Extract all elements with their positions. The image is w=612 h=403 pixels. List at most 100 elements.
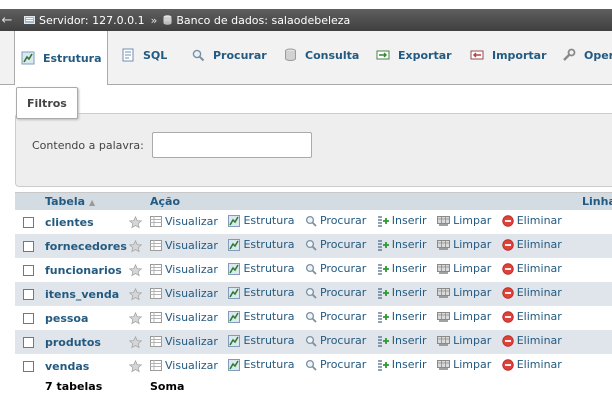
empty-label: Limpar [453, 238, 492, 252]
insert-label: Inserir [391, 214, 427, 228]
search-action[interactable]: Procurar [305, 358, 366, 371]
header-rows[interactable]: Linha [582, 195, 612, 208]
favorite-star-icon[interactable] [128, 287, 143, 301]
filter-input[interactable] [152, 132, 312, 158]
empty-action[interactable]: Limpar [437, 238, 491, 251]
search-action[interactable]: Procurar [305, 286, 366, 299]
empty-table-icon [437, 239, 451, 250]
structure-action[interactable]: Estrutura [228, 262, 294, 275]
drop-label: Eliminar [516, 310, 562, 324]
table-row: fornecedores Visualizar Estrutura Procur… [15, 234, 612, 258]
row-checkbox[interactable] [23, 361, 34, 372]
empty-action[interactable]: Limpar [437, 214, 491, 227]
browse-label: Visualizar [165, 238, 218, 252]
structure-icon [228, 334, 241, 347]
empty-action[interactable]: Limpar [437, 334, 491, 347]
drop-action[interactable]: Eliminar [502, 262, 562, 275]
search-action[interactable]: Procurar [305, 214, 366, 227]
drop-action[interactable]: Eliminar [502, 334, 562, 347]
drop-action[interactable]: Eliminar [502, 358, 562, 371]
insert-action[interactable]: Inserir [377, 238, 427, 251]
insert-action[interactable]: Inserir [377, 310, 427, 323]
top-strip [0, 0, 612, 9]
table-name-link[interactable]: clientes [45, 210, 129, 234]
tab-estrutura-label: Estrutura [43, 51, 102, 65]
browse-label: Visualizar [165, 262, 218, 276]
structure-label: Estrutura [243, 286, 295, 300]
empty-action[interactable]: Limpar [437, 310, 491, 323]
row-checkbox[interactable] [23, 313, 34, 324]
breadcrumb-server[interactable]: Servidor: 127.0.0.1 [14, 14, 145, 27]
header-table[interactable]: Tabela ▲ [45, 192, 129, 210]
tab-operacoes[interactable]: Opera [556, 31, 612, 79]
table-name-link[interactable]: itens_venda [45, 282, 129, 306]
tab-estrutura[interactable]: Estrutura [14, 31, 108, 85]
search-icon [192, 49, 205, 61]
search-label: Procurar [319, 358, 367, 372]
insert-action[interactable]: Inserir [377, 262, 427, 275]
tab-importar[interactable]: Importar [464, 31, 548, 79]
search-action[interactable]: Procurar [305, 334, 366, 347]
structure-action[interactable]: Estrutura [228, 238, 294, 251]
structure-action[interactable]: Estrutura [228, 358, 294, 371]
favorite-star-icon[interactable] [128, 215, 143, 229]
favorite-star-icon[interactable] [128, 359, 143, 373]
empty-action[interactable]: Limpar [437, 286, 491, 299]
browse-action[interactable]: Visualizar [150, 287, 218, 300]
tab-sql[interactable]: SQL [116, 31, 176, 79]
search-action[interactable]: Procurar [305, 238, 366, 251]
structure-action[interactable]: Estrutura [228, 286, 294, 299]
drop-icon [502, 239, 514, 251]
structure-action[interactable]: Estrutura [228, 334, 294, 347]
search-label: Procurar [319, 286, 367, 300]
favorite-star-icon[interactable] [128, 311, 143, 325]
tab-consulta[interactable]: Consulta [278, 31, 362, 79]
structure-action[interactable]: Estrutura [228, 214, 294, 227]
insert-action[interactable]: Inserir [377, 214, 427, 227]
breadcrumb-server-label: Servidor: 127.0.0.1 [39, 13, 145, 27]
insert-action[interactable]: Inserir [377, 358, 427, 371]
favorite-star-icon[interactable] [128, 335, 143, 349]
structure-icon [228, 262, 241, 275]
collapse-arrow-icon[interactable]: ← [0, 9, 14, 31]
empty-action[interactable]: Limpar [437, 358, 491, 371]
browse-action[interactable]: Visualizar [150, 311, 218, 324]
row-checkbox[interactable] [23, 289, 34, 300]
table-name-link[interactable]: funcionarios [45, 258, 129, 282]
breadcrumb-database[interactable]: Banco de dados: salaodebeleza [163, 14, 350, 27]
structure-icon [228, 358, 241, 371]
empty-label: Limpar [453, 358, 492, 372]
browse-action[interactable]: Visualizar [150, 359, 218, 372]
browse-action[interactable]: Visualizar [150, 335, 218, 348]
drop-action[interactable]: Eliminar [502, 286, 562, 299]
empty-action[interactable]: Limpar [437, 262, 491, 275]
drop-action[interactable]: Eliminar [502, 214, 562, 227]
tab-procurar[interactable]: Procurar [186, 31, 270, 79]
search-action[interactable]: Procurar [305, 310, 366, 323]
search-label: Procurar [319, 334, 367, 348]
row-checkbox[interactable] [23, 241, 34, 252]
browse-action[interactable]: Visualizar [150, 239, 218, 252]
row-checkbox[interactable] [23, 217, 34, 228]
structure-icon [228, 310, 241, 323]
drop-action[interactable]: Eliminar [502, 310, 562, 323]
search-action[interactable]: Procurar [305, 262, 366, 275]
structure-action[interactable]: Estrutura [228, 310, 294, 323]
row-checkbox[interactable] [23, 265, 34, 276]
drop-action[interactable]: Eliminar [502, 238, 562, 251]
favorite-star-icon[interactable] [128, 239, 143, 253]
insert-action[interactable]: Inserir [377, 286, 427, 299]
table-name-link[interactable]: fornecedores [45, 234, 129, 258]
favorite-star-icon[interactable] [128, 263, 143, 277]
table-name-link[interactable]: pessoa [45, 306, 129, 330]
structure-icon [228, 286, 241, 299]
insert-action[interactable]: Inserir [377, 334, 427, 347]
table-name-link[interactable]: produtos [45, 330, 129, 354]
tab-exportar[interactable]: Exportar [370, 31, 456, 79]
header-spacer [129, 192, 150, 210]
browse-action[interactable]: Visualizar [150, 263, 218, 276]
browse-action[interactable]: Visualizar [150, 215, 218, 228]
table-name-link[interactable]: vendas [45, 354, 129, 378]
row-checkbox[interactable] [23, 337, 34, 348]
search-icon [305, 311, 317, 323]
